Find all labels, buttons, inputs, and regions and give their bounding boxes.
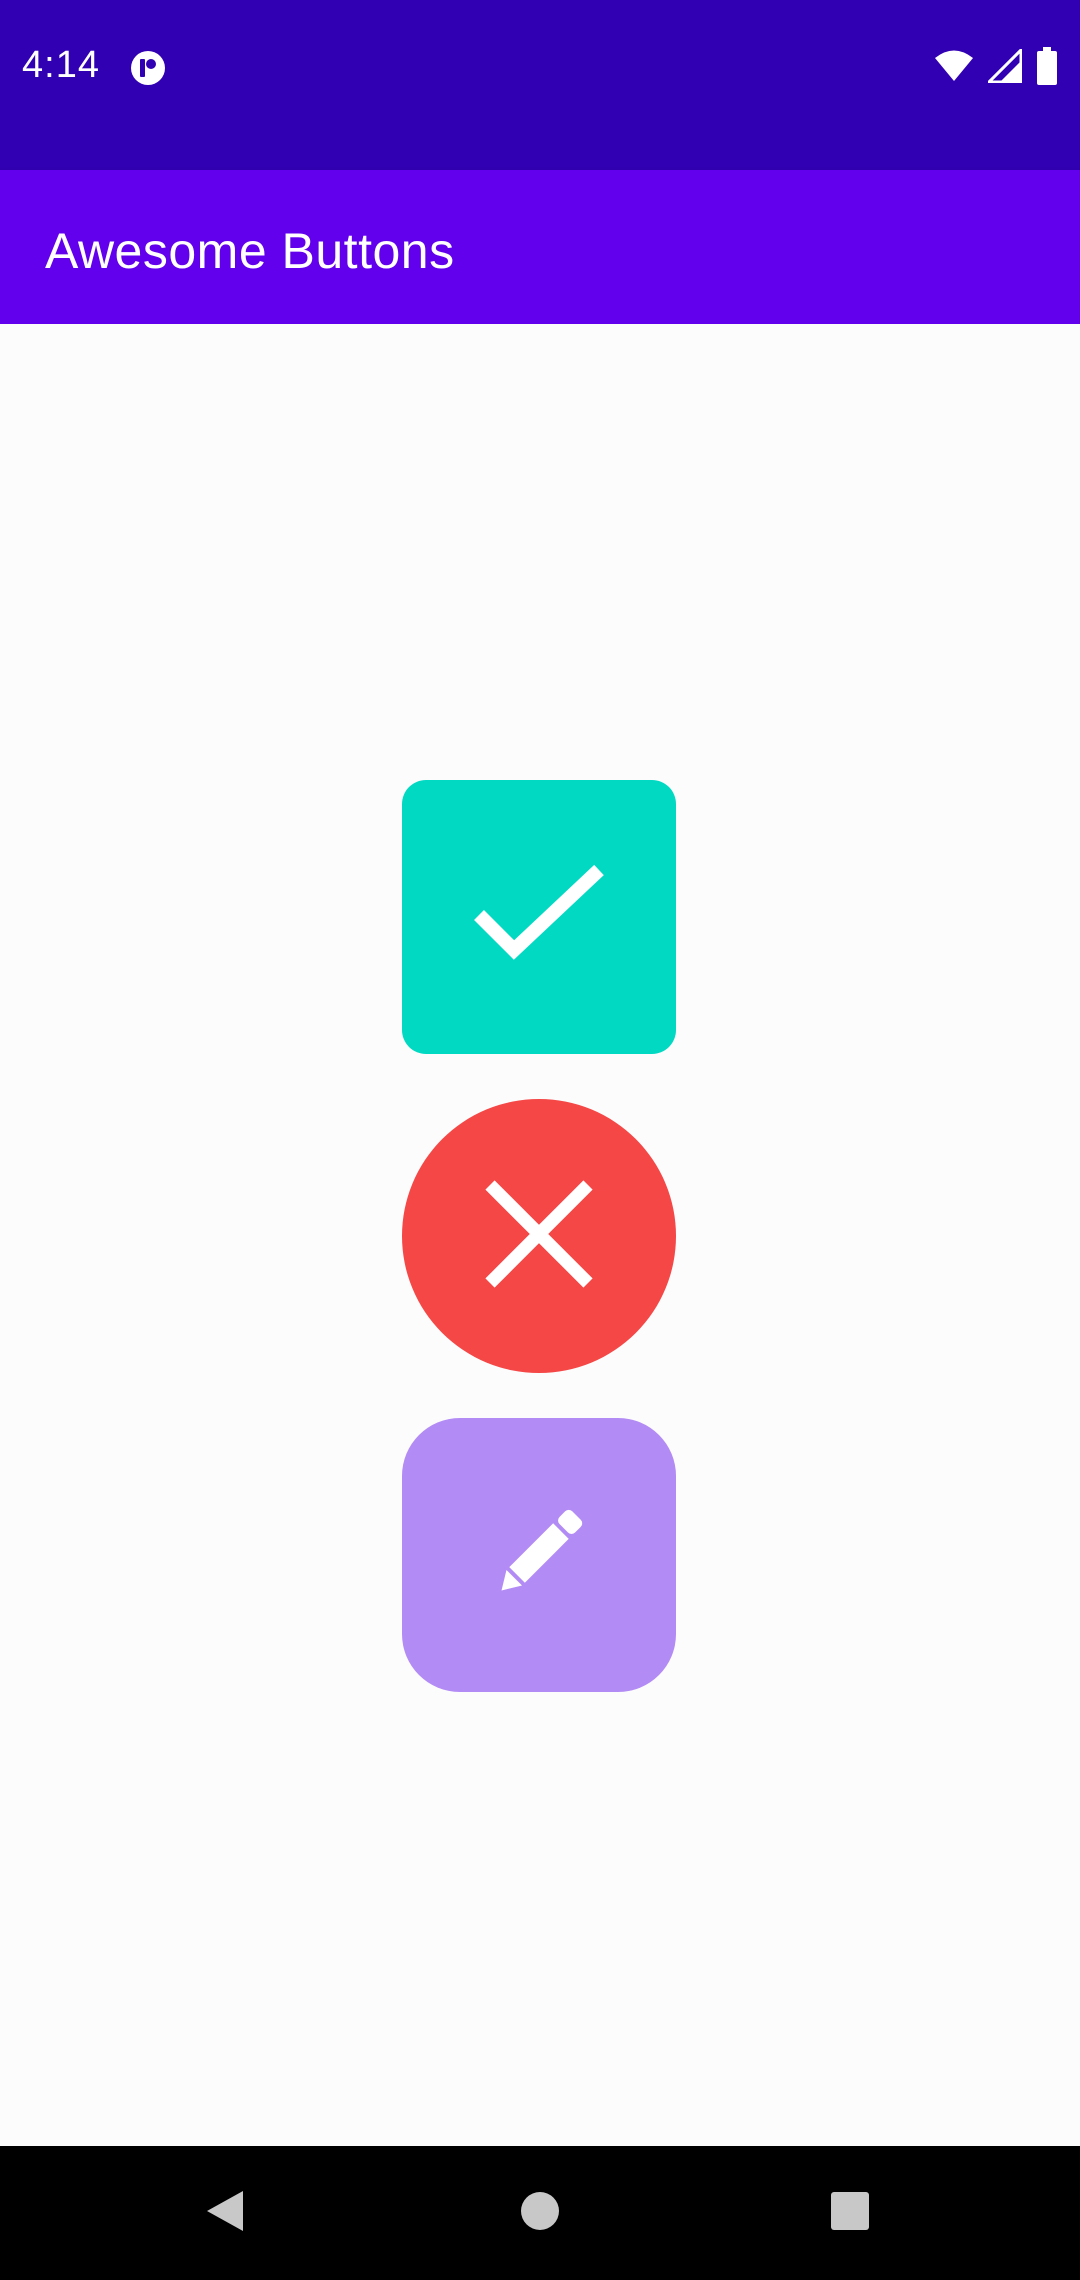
- navigation-bar: [0, 2146, 1080, 2280]
- back-icon: [205, 2189, 245, 2238]
- wifi-icon: [934, 49, 974, 88]
- battery-icon: [1036, 46, 1058, 90]
- status-icons: [934, 45, 1058, 90]
- home-icon: [520, 2191, 560, 2236]
- app-bar: Awesome Buttons: [0, 170, 1080, 324]
- status-time: 4:14: [22, 44, 100, 86]
- check-button[interactable]: [402, 780, 676, 1054]
- cellular-signal-icon: [985, 45, 1023, 88]
- app-notification-icon: [130, 50, 166, 86]
- recents-icon: [830, 2191, 870, 2236]
- recents-button[interactable]: [823, 2186, 877, 2240]
- close-button[interactable]: [402, 1099, 676, 1373]
- edit-button[interactable]: [402, 1418, 676, 1692]
- app-title: Awesome Buttons: [45, 223, 455, 279]
- home-button[interactable]: [513, 2186, 567, 2240]
- back-button[interactable]: [198, 2186, 252, 2240]
- close-icon: [484, 1179, 594, 1294]
- pencil-icon: [484, 1498, 594, 1613]
- content-area: [0, 324, 1080, 2146]
- check-icon: [469, 860, 609, 975]
- status-bar: 4:14: [0, 0, 1080, 170]
